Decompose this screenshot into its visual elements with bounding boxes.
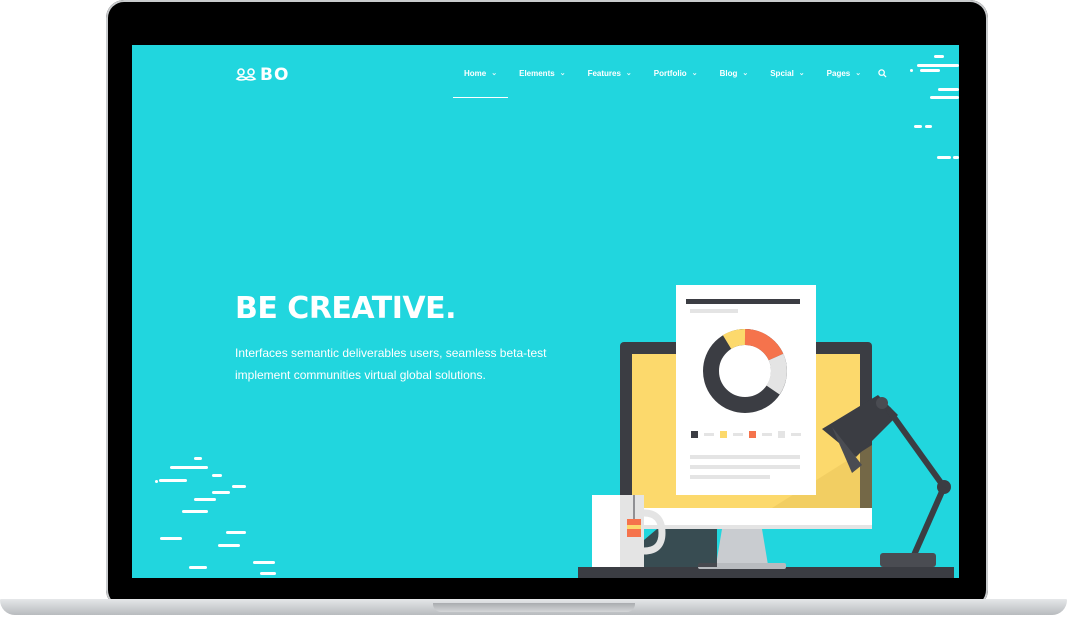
hero-illustration xyxy=(578,285,954,578)
laptop-notch xyxy=(433,603,635,612)
monitor-stand xyxy=(716,529,768,565)
document-paper xyxy=(676,285,816,495)
website-screen: BO Home ⌄ Elements ⌄ Features ⌄ Portfoli… xyxy=(132,45,959,578)
